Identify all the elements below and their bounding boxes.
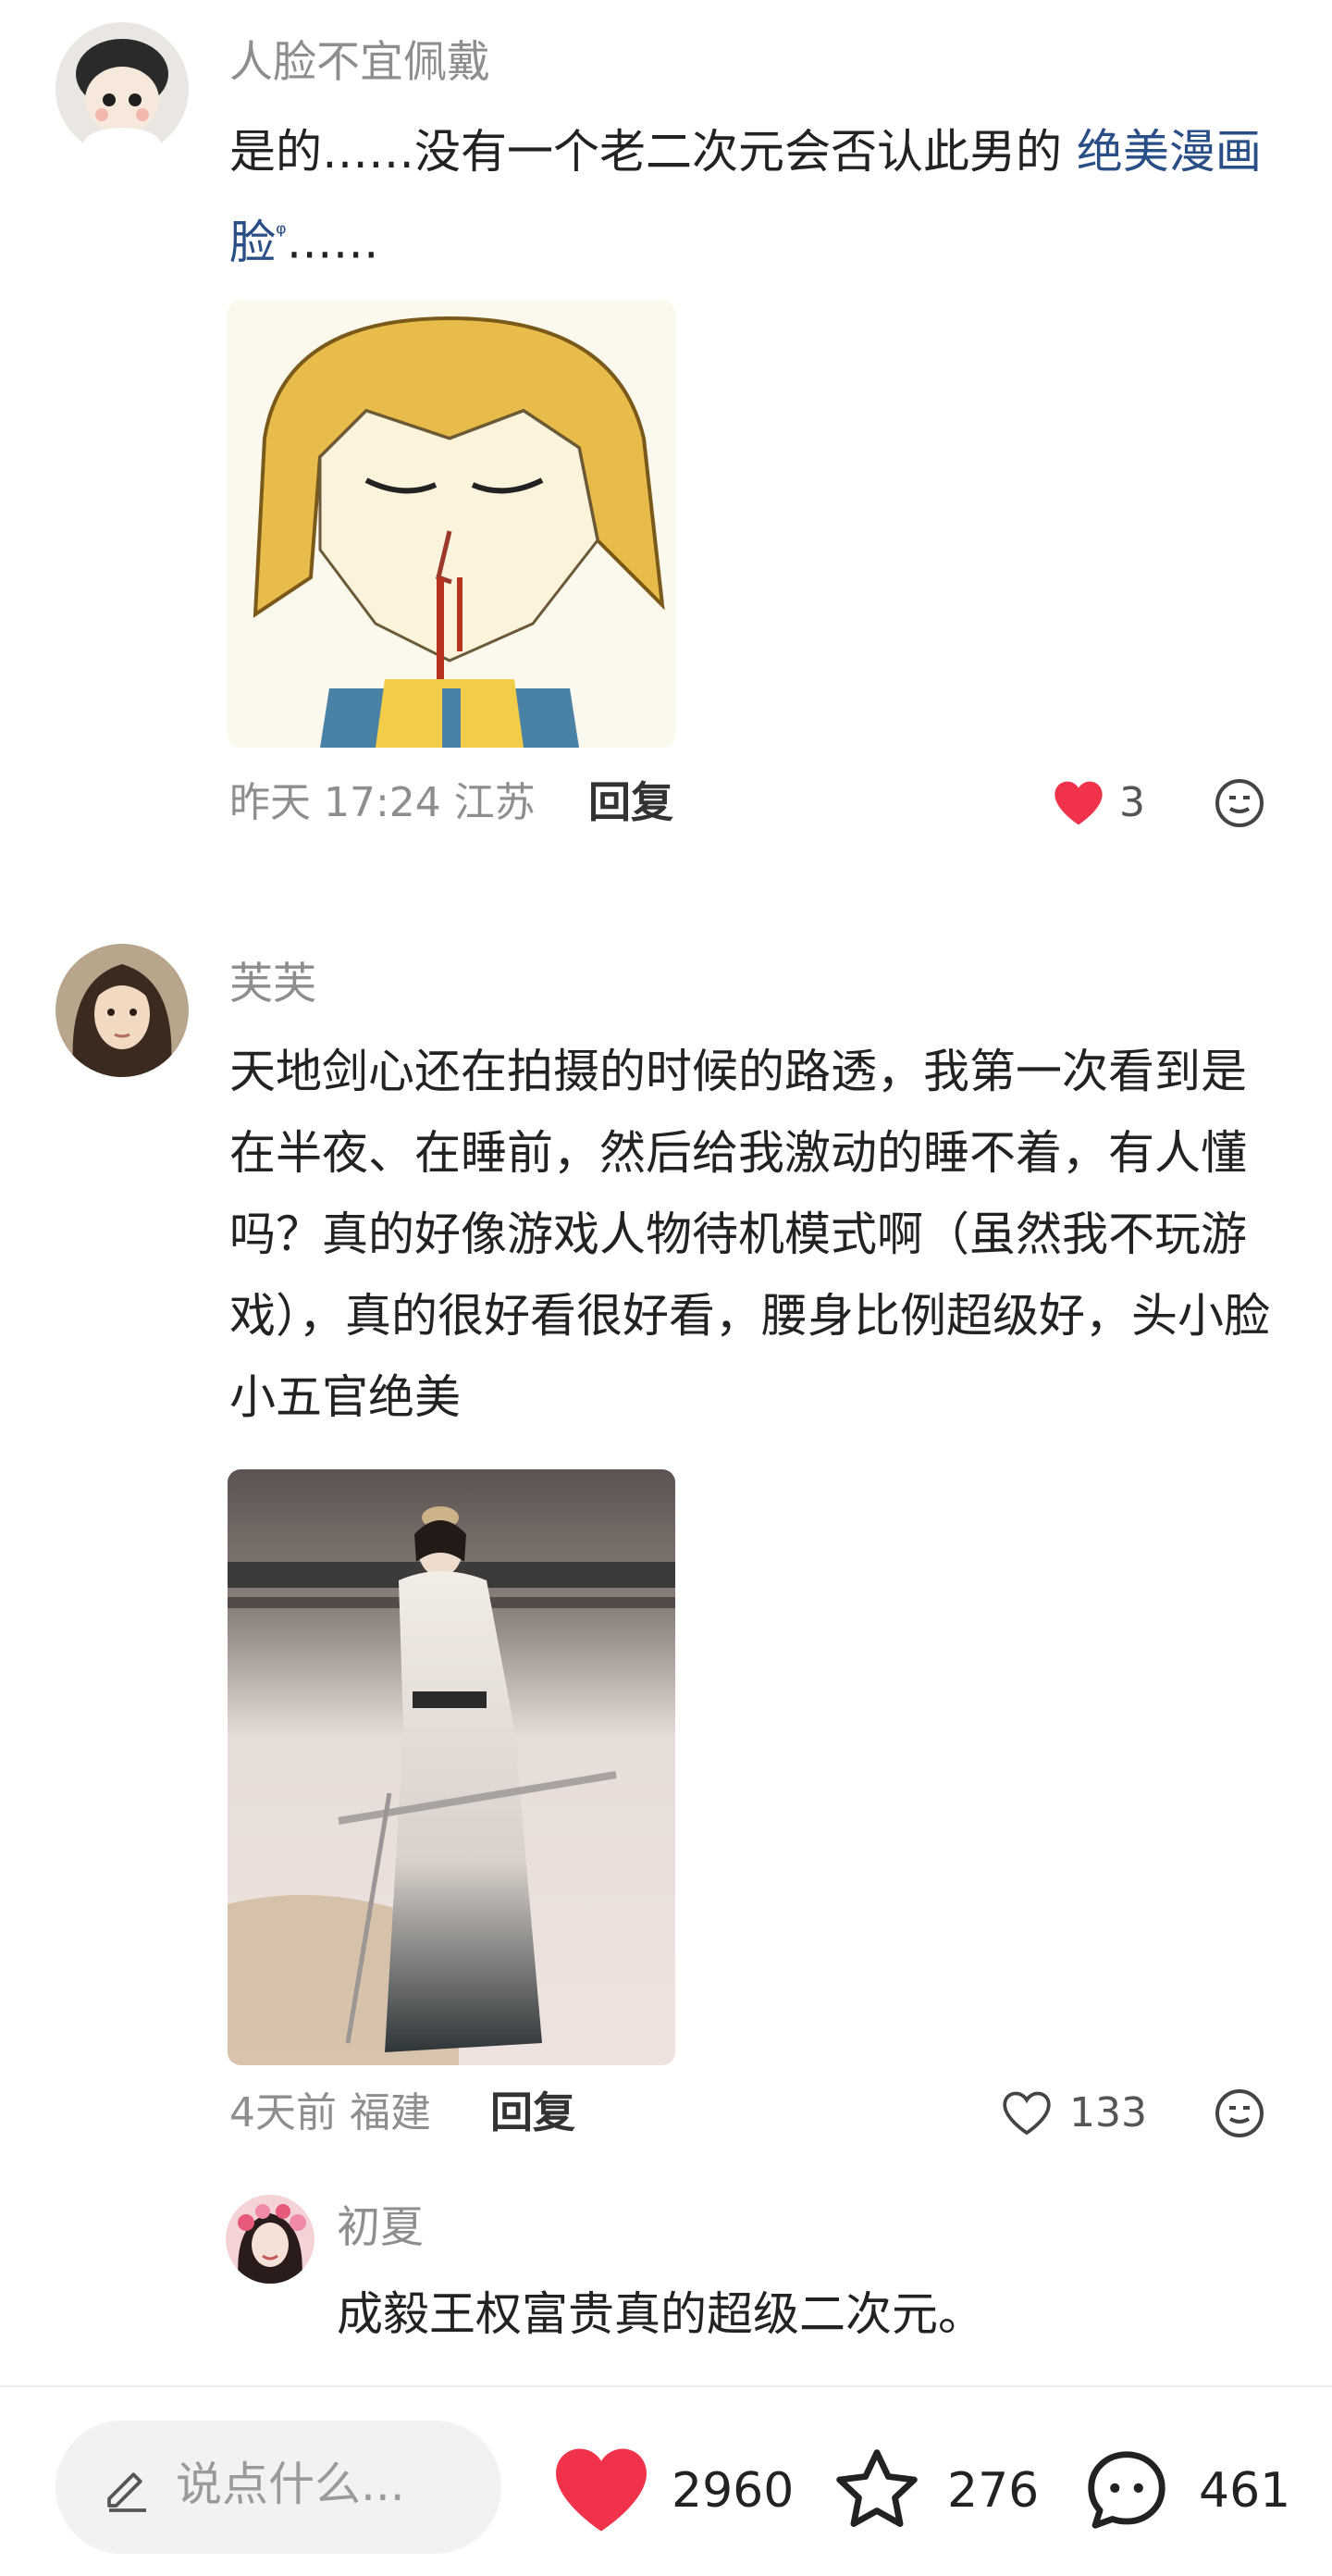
comment-time-location: 昨天 17:24 江苏 [229, 779, 536, 826]
comment-input-placeholder: 说点什么... [176, 2458, 405, 2511]
comment-image[interactable] [228, 300, 675, 748]
costume-photo-image [228, 1469, 675, 2065]
star-icon [836, 2449, 918, 2527]
like-button[interactable]: 133 [1001, 2087, 1167, 2143]
portrait-avatar-icon [56, 944, 189, 1077]
favorite-count: 276 [947, 2463, 1040, 2519]
comment-username[interactable]: 芙芙 [229, 962, 316, 1006]
heart-outline-icon [1003, 2091, 1051, 2136]
chat-bubble-icon [1088, 2451, 1166, 2529]
emoji-reaction-button[interactable] [1214, 2087, 1265, 2139]
comment-input[interactable]: 说点什么... [56, 2421, 501, 2554]
smiley-face-icon [1215, 779, 1264, 827]
heart-filled-icon [556, 2448, 647, 2532]
smiley-face-icon [1215, 2089, 1264, 2137]
anime-meme-image [228, 300, 675, 748]
avatar[interactable] [56, 22, 189, 155]
pencil-icon [107, 2472, 146, 2512]
bottom-action-bar: 说点什么... 2960 276 461 [0, 2385, 1332, 2576]
reply-button[interactable]: 回复 [490, 2091, 575, 2134]
portrait-avatar-icon [226, 2195, 314, 2284]
reply-button[interactable]: 回复 [588, 781, 673, 824]
comment-count: 461 [1199, 2463, 1291, 2519]
reply-text: 成毅王权富贵真的超级二次元。 [337, 2287, 984, 2341]
post-like-count: 2960 [672, 2463, 795, 2519]
like-count: 133 [1069, 2089, 1147, 2136]
plush-doll-avatar-icon [56, 22, 189, 155]
avatar[interactable] [226, 2195, 314, 2284]
comment-image[interactable] [228, 1469, 675, 2065]
comment-time-location: 4天前 福建 [229, 2089, 431, 2136]
comment-text: 是的……没有一个老二次元会否认此男的 绝美漫画脸ᵠ…… [229, 111, 1284, 283]
emoji-reaction-button[interactable] [1214, 777, 1265, 829]
reply-username[interactable]: 初夏 [337, 2206, 424, 2249]
like-post-button[interactable]: 2960 [551, 2439, 795, 2541]
comments-button[interactable]: 461 [1079, 2439, 1301, 2541]
avatar[interactable] [56, 944, 189, 1077]
comment-username[interactable]: 人脸不宜佩戴 [229, 41, 490, 84]
heart-filled-icon [1054, 781, 1103, 825]
favorite-button[interactable]: 276 [829, 2439, 1051, 2541]
search-icon: ᵠ [276, 217, 287, 248]
like-button[interactable]: 3 [1053, 777, 1164, 833]
comment-text-part: 是的……没有一个老二次元会否认此男的 [229, 125, 1077, 179]
comment-text: 天地剑心还在拍摄的时候的路透，我第一次看到是在半夜、在睡前，然后给我激动的睡不着… [229, 1045, 1270, 1424]
comment-text-part: …… [286, 215, 379, 269]
like-count: 3 [1119, 779, 1145, 826]
